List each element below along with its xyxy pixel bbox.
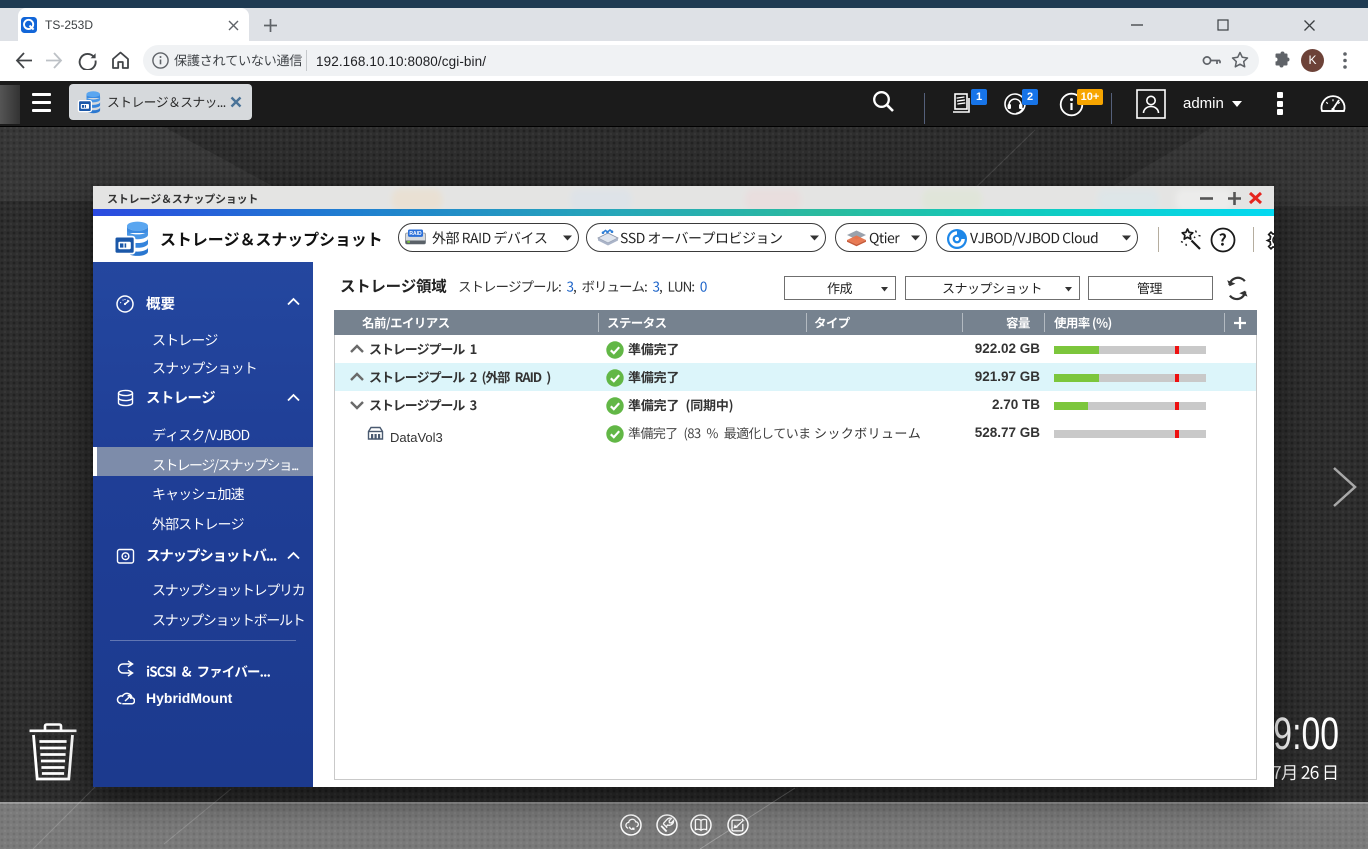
svg-text:RAID: RAID [409, 231, 422, 237]
